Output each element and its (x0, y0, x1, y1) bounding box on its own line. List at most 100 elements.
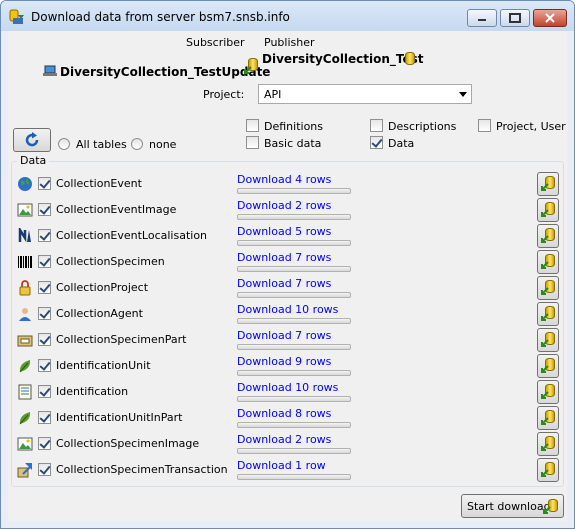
download-rows-link[interactable]: Download 7 rows (237, 251, 331, 264)
close-icon (545, 13, 555, 23)
minimize-icon (478, 19, 486, 21)
north-arrow-icon (18, 228, 31, 243)
project-label: Project: (203, 88, 245, 101)
project-select-value: API (264, 88, 282, 101)
table-checkbox[interactable] (38, 229, 51, 242)
definitions-checkbox[interactable] (246, 119, 259, 132)
table-name: CollectionEventImage (56, 203, 177, 216)
download-progress-bar (237, 214, 351, 220)
download-arrow-icon (541, 313, 549, 321)
download-progress-bar (237, 448, 351, 454)
download-table-button[interactable] (537, 458, 559, 482)
table-checkbox[interactable] (38, 177, 51, 190)
download-table-button[interactable] (537, 380, 559, 404)
download-arrow-icon (541, 287, 549, 295)
descriptions-label: Descriptions (388, 120, 457, 133)
table-checkbox[interactable] (38, 255, 51, 268)
title-bar[interactable]: Download data from server bsm7.snsb.info (1, 1, 574, 31)
laptop-icon (43, 65, 57, 76)
project-user-checkbox[interactable] (478, 119, 491, 132)
descriptions-checkbox[interactable] (370, 119, 383, 132)
download-progress-bar (237, 318, 351, 324)
download-table-button[interactable] (537, 172, 559, 196)
download-rows-link[interactable]: Download 2 rows (237, 199, 331, 212)
close-button[interactable] (533, 9, 567, 27)
table-row: IdentificationUnitInPart Download 8 rows (12, 406, 562, 432)
table-checkbox[interactable] (38, 411, 51, 424)
download-rows-link[interactable]: Download 9 rows (237, 355, 331, 368)
table-row: CollectionProject Download 7 rows (12, 276, 562, 302)
all-tables-radio[interactable] (58, 138, 70, 150)
all-tables-label: All tables (76, 138, 127, 151)
download-rows-link[interactable]: Download 7 rows (237, 277, 331, 290)
table-name: CollectionEvent (56, 177, 142, 190)
download-rows-link[interactable]: Download 10 rows (237, 303, 338, 316)
table-checkbox[interactable] (38, 333, 51, 346)
table-checkbox[interactable] (38, 437, 51, 450)
globe-icon (18, 177, 32, 191)
table-checkbox[interactable] (38, 307, 51, 320)
basic-data-checkbox[interactable] (246, 136, 259, 149)
start-download-button[interactable]: Start download (461, 494, 564, 518)
project-select[interactable]: API (258, 84, 472, 104)
dialog-body: Subscriber Publisher DiversityCollection… (8, 31, 567, 521)
download-progress-bar (237, 370, 351, 376)
download-rows-link[interactable]: Download 5 rows (237, 225, 331, 238)
table-checkbox[interactable] (38, 359, 51, 372)
download-table-button[interactable] (537, 406, 559, 430)
download-rows-link[interactable]: Download 10 rows (237, 381, 338, 394)
download-progress-bar (237, 474, 351, 480)
transaction-icon (17, 463, 32, 478)
download-rows-link[interactable]: Download 8 rows (237, 407, 331, 420)
table-row: Identification Download 10 rows (12, 380, 562, 406)
subscriber-database: DiversityCollection_TestUpdate (60, 65, 271, 79)
list-icon (18, 384, 32, 400)
download-table-button[interactable] (537, 224, 559, 248)
download-table-button[interactable] (537, 432, 559, 456)
maximize-icon (509, 13, 521, 23)
download-rows-link[interactable]: Download 4 rows (237, 173, 331, 186)
data-group-title: Data (17, 154, 50, 167)
download-arrow-icon (541, 235, 549, 243)
download-arrow-icon (541, 261, 549, 269)
table-name: Identification (56, 385, 129, 398)
basic-data-label: Basic data (264, 137, 322, 150)
app-icon (9, 9, 24, 24)
download-progress-bar (237, 188, 351, 194)
table-checkbox[interactable] (38, 463, 51, 476)
table-name: CollectionSpecimenPart (56, 333, 187, 346)
window-title: Download data from server bsm7.snsb.info (31, 10, 290, 24)
table-name: CollectionEventLocalisation (56, 229, 208, 242)
download-table-button[interactable] (537, 354, 559, 378)
table-checkbox[interactable] (38, 281, 51, 294)
maximize-button[interactable] (500, 9, 530, 27)
table-name: CollectionSpecimenImage (56, 437, 200, 450)
download-arrow-icon (543, 506, 551, 514)
table-checkbox[interactable] (38, 385, 51, 398)
download-table-button[interactable] (537, 328, 559, 352)
download-progress-bar (237, 292, 351, 298)
download-rows-link[interactable]: Download 2 rows (237, 433, 331, 446)
download-table-button[interactable] (537, 276, 559, 300)
table-row: CollectionEvent Download 4 rows (12, 172, 562, 198)
none-radio[interactable] (131, 138, 143, 150)
table-row: CollectionSpecimenImage Download 2 rows (12, 432, 562, 458)
download-table-button[interactable] (537, 250, 559, 274)
download-arrow-icon (541, 183, 549, 191)
table-name: IdentificationUnitInPart (56, 411, 183, 424)
table-row: IdentificationUnit Download 9 rows (12, 354, 562, 380)
image-icon (17, 203, 33, 217)
refresh-button[interactable] (13, 128, 51, 152)
download-rows-link[interactable]: Download 1 row (237, 459, 326, 472)
table-name: IdentificationUnit (56, 359, 151, 372)
data-checkbox[interactable] (370, 136, 383, 149)
table-checkbox[interactable] (38, 203, 51, 216)
download-table-button[interactable] (537, 198, 559, 222)
minimize-button[interactable] (467, 9, 497, 27)
data-label: Data (388, 137, 415, 150)
download-table-button[interactable] (537, 302, 559, 326)
none-label: none (149, 138, 177, 151)
download-rows-link[interactable]: Download 7 rows (237, 329, 331, 342)
download-progress-bar (237, 266, 351, 272)
publisher-label: Publisher (264, 36, 315, 49)
